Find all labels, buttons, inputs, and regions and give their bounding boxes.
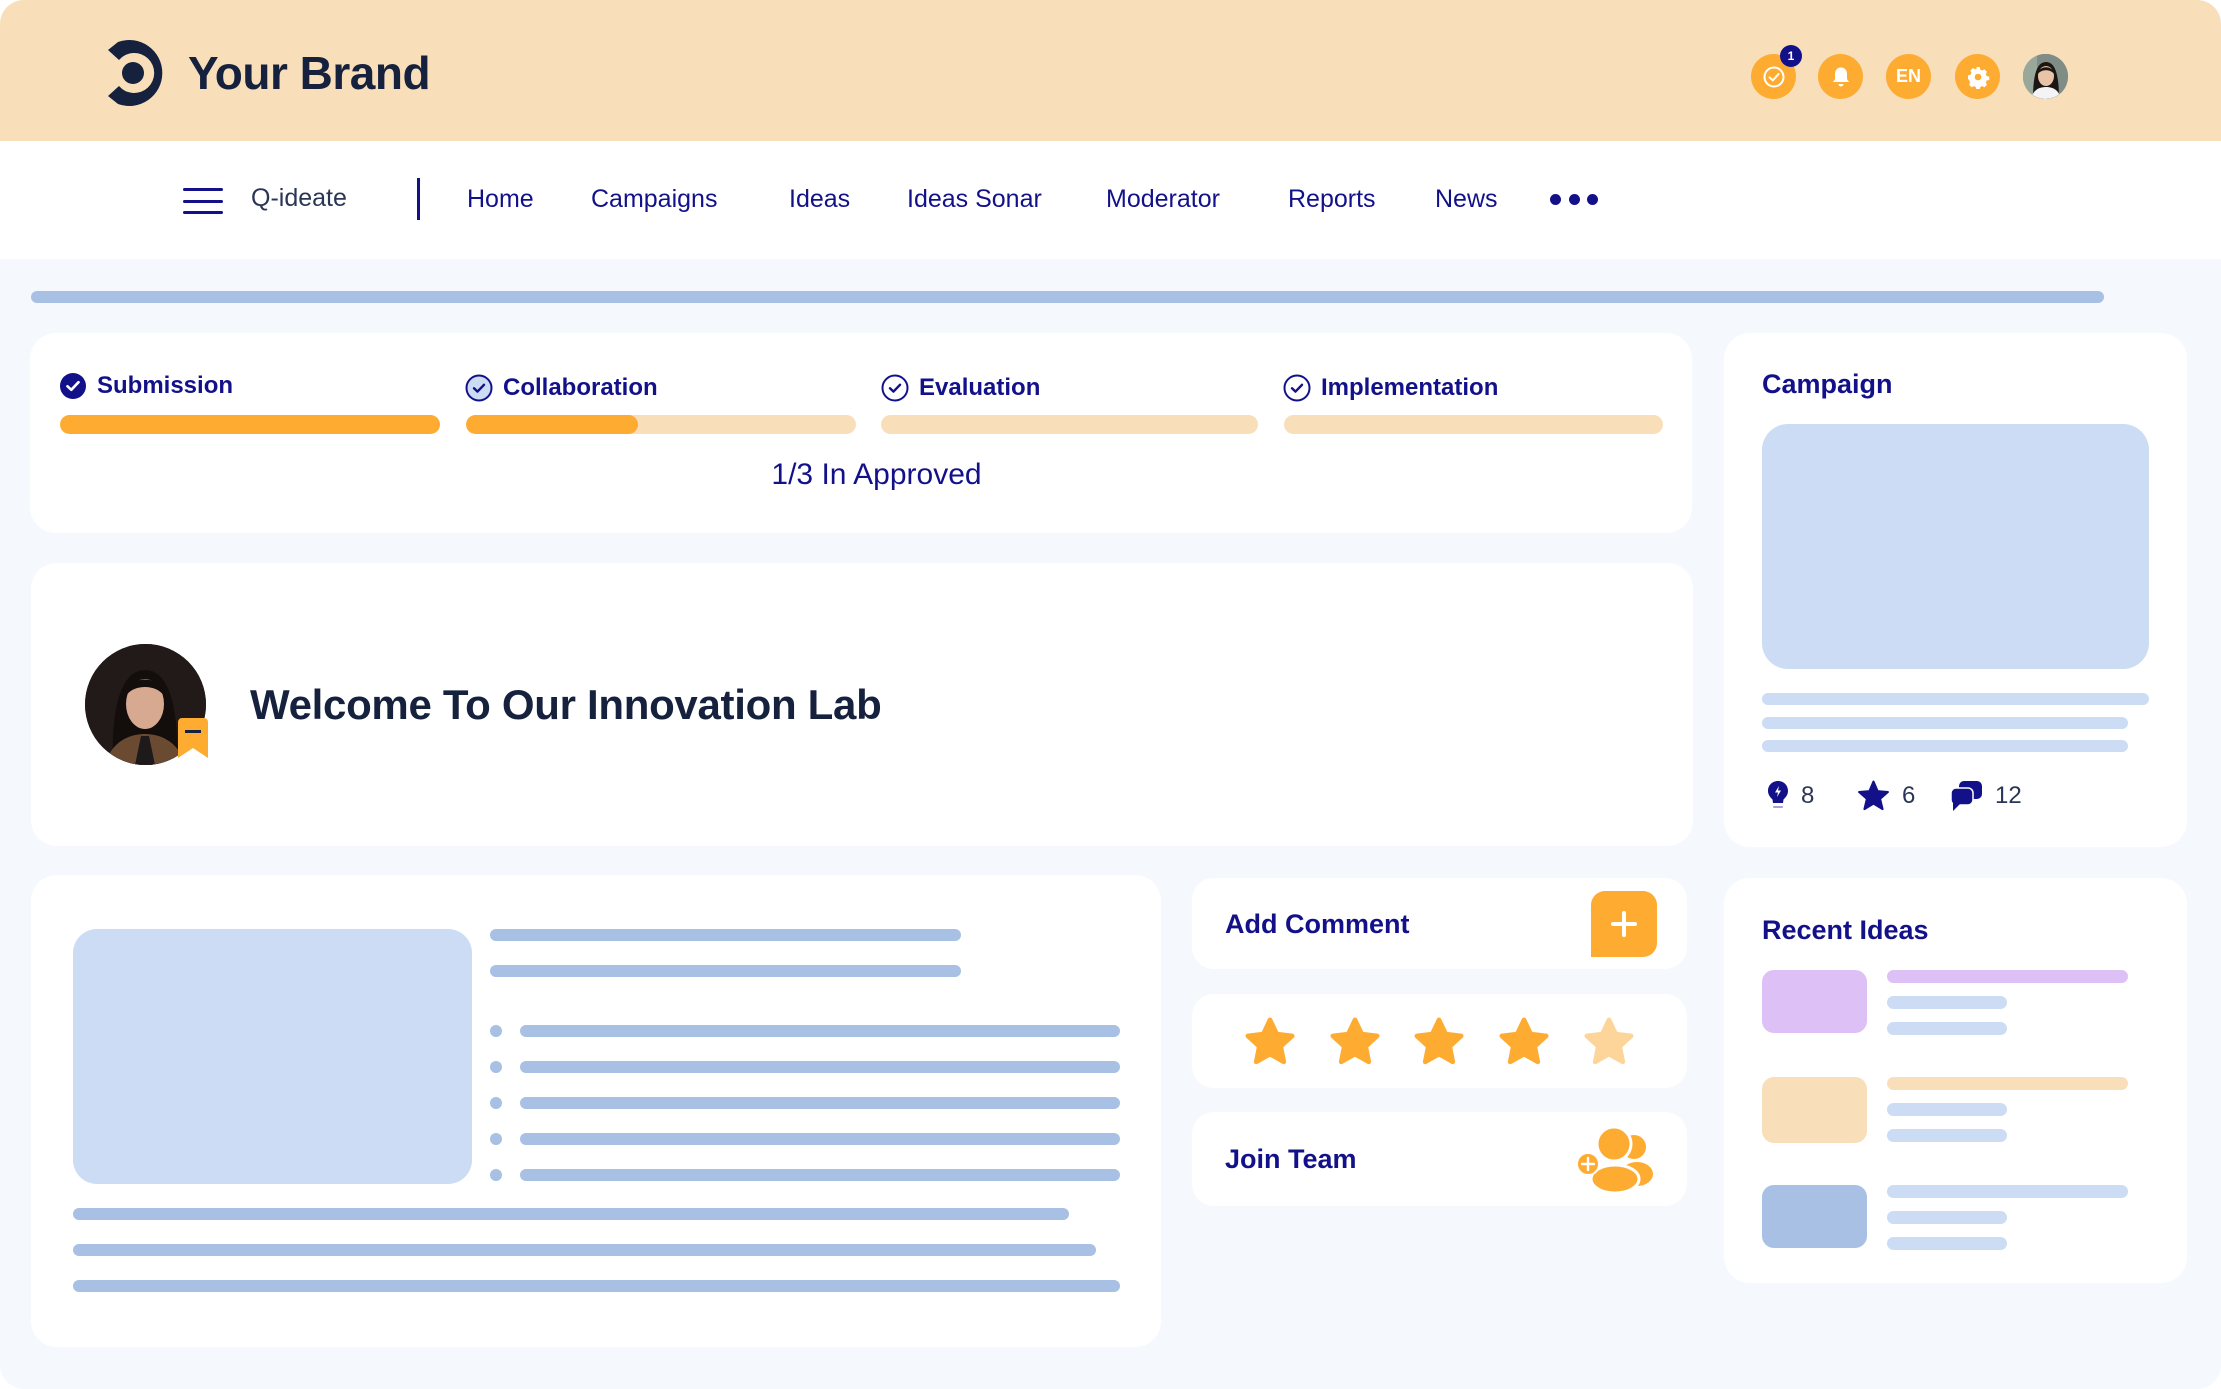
stage-fill (466, 415, 638, 434)
nav-item-reports[interactable]: Reports (1288, 185, 1376, 214)
brand-logo-icon (108, 40, 163, 106)
check-circle-filled-icon (60, 373, 86, 399)
settings-button[interactable] (1955, 54, 2000, 99)
check-circle-active-icon (465, 374, 493, 402)
text-placeholder (490, 965, 961, 977)
text-placeholder (1887, 1211, 2007, 1224)
page-loading-bar (31, 291, 2104, 303)
language-label: EN (1895, 66, 1921, 86)
rating-star-icon[interactable] (1327, 1014, 1383, 1070)
text-placeholder (1887, 996, 2007, 1009)
menu-icon[interactable] (183, 188, 223, 214)
text-placeholder (520, 1133, 1120, 1145)
recent-ideas-title: Recent Ideas (1762, 915, 1929, 945)
brand-name: Your Brand (188, 47, 431, 99)
stat-stars: 6 (1857, 780, 1915, 812)
welcome-title: Welcome To Our Innovation Lab (250, 681, 882, 728)
text-placeholder (1887, 1185, 2128, 1198)
idea-image-placeholder (73, 929, 472, 1184)
stage-implementation: Implementation (1283, 374, 1498, 402)
gear-icon (1967, 66, 1989, 89)
campaign-title: Campaign (1762, 369, 1893, 399)
campaign-image-placeholder (1762, 424, 2149, 669)
nav-item-campaigns[interactable]: Campaigns (591, 185, 717, 214)
text-placeholder (1762, 717, 2128, 729)
stat-ideas: 8 (1767, 780, 1814, 812)
user-avatar[interactable] (2023, 54, 2068, 99)
stage-bar-submission (60, 415, 440, 434)
app-name: Q-ideate (251, 184, 347, 212)
check-circle-outline-icon (881, 374, 909, 402)
stage-status-text: 1/3 In Approved (771, 458, 982, 491)
lightbulb-icon (1768, 781, 1788, 808)
text-placeholder (1887, 1077, 2128, 1090)
stage-label-text: Submission (97, 372, 234, 399)
join-team-icon[interactable] (1576, 1126, 1654, 1194)
stat-comments: 12 (1950, 780, 2022, 812)
rating-star-icon[interactable] (1242, 1014, 1298, 1070)
nav-item-ideas-sonar[interactable]: Ideas Sonar (907, 185, 1042, 214)
notifications-button[interactable] (1818, 54, 1863, 99)
stat-value: 12 (1995, 782, 2022, 809)
text-placeholder (1762, 740, 2128, 752)
nav-item-ideas[interactable]: Ideas (789, 185, 850, 214)
text-placeholder (73, 1208, 1069, 1220)
text-placeholder (1887, 1103, 2007, 1116)
stage-submission: Submission (59, 372, 233, 400)
add-comment-button[interactable] (1591, 891, 1657, 957)
stat-value: 8 (1801, 782, 1815, 809)
rating-star-icon[interactable] (1411, 1014, 1467, 1070)
idea-thumbnail (1762, 1077, 1867, 1143)
bullet-dot (490, 1097, 502, 1109)
plus-icon (1611, 911, 1637, 937)
stage-label-text: Evaluation (919, 374, 1041, 401)
bell-icon (1832, 67, 1849, 86)
stage-label-text: Implementation (1321, 374, 1499, 401)
stage-collaboration: Collaboration (465, 374, 658, 402)
star-icon (1858, 780, 1889, 811)
rating-star-icon[interactable] (1581, 1014, 1637, 1070)
nav-item-news[interactable]: News (1435, 185, 1498, 214)
stage-evaluation: Evaluation (881, 374, 1040, 402)
check-circle-icon (1763, 66, 1784, 87)
bullet-dot (490, 1133, 502, 1145)
stage-fill (60, 415, 440, 434)
text-placeholder (1887, 970, 2128, 983)
check-circle-outline-icon (1283, 374, 1311, 402)
bullet-dot (490, 1169, 502, 1181)
text-placeholder (1887, 1022, 2007, 1035)
bullet-dot (490, 1061, 502, 1073)
notification-badge: 1 (1780, 45, 1802, 67)
app-frame: Your Brand 1 EN Q-ideate Home Campaigns … (0, 0, 2221, 1389)
join-team-label: Join Team (1225, 1144, 1357, 1174)
comments-icon (1950, 781, 1982, 811)
text-placeholder (520, 1097, 1120, 1109)
stage-bar-collaboration (466, 415, 856, 434)
nav-item-moderator[interactable]: Moderator (1106, 185, 1220, 214)
nav-item-home[interactable]: Home (467, 185, 534, 214)
nav-divider (417, 178, 420, 220)
stat-value: 6 (1902, 782, 1916, 809)
text-placeholder (1762, 693, 2149, 705)
text-placeholder (73, 1244, 1096, 1256)
text-placeholder (520, 1061, 1120, 1073)
language-button[interactable]: EN (1886, 54, 1931, 99)
bullet-dot (490, 1025, 502, 1037)
text-placeholder (73, 1280, 1120, 1292)
idea-thumbnail (1762, 1185, 1867, 1248)
text-placeholder (520, 1025, 1120, 1037)
rating-star-icon[interactable] (1496, 1014, 1552, 1070)
text-placeholder (520, 1169, 1120, 1181)
ribbon-badge-icon (178, 718, 208, 758)
add-comment-label: Add Comment (1225, 909, 1410, 939)
text-placeholder (490, 929, 961, 941)
stage-bar-implementation (1284, 415, 1663, 434)
text-placeholder (1887, 1129, 2007, 1142)
idea-thumbnail (1762, 970, 1867, 1033)
user-photo (2023, 54, 2068, 99)
stage-bar-evaluation (881, 415, 1258, 434)
more-horizontal-icon[interactable] (1550, 191, 1598, 207)
stage-label-text: Collaboration (503, 374, 658, 401)
text-placeholder (1887, 1237, 2007, 1250)
